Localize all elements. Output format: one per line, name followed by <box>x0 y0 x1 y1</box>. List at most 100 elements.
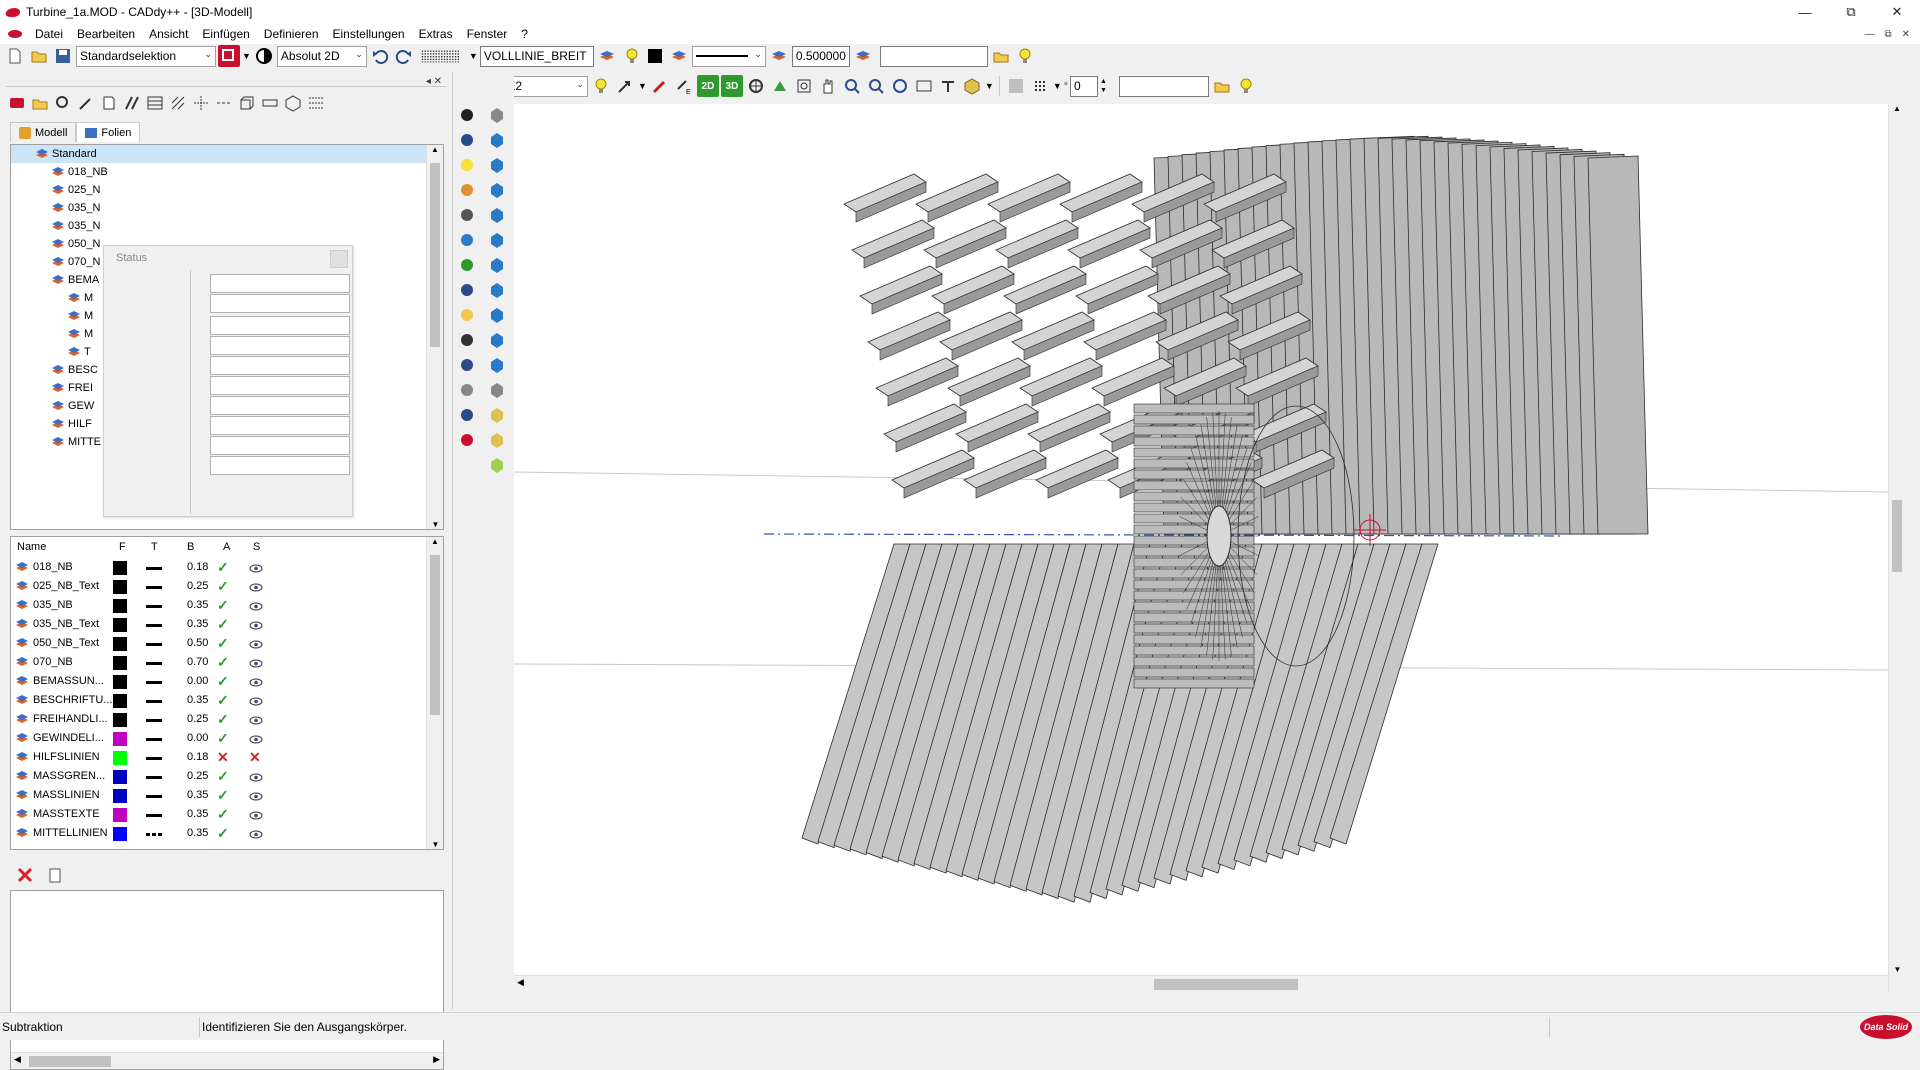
layer-color-icon[interactable] <box>668 45 690 67</box>
clipboard-icon[interactable] <box>44 864 66 886</box>
status-field[interactable] <box>210 316 350 335</box>
eye-icon[interactable] <box>249 792 263 801</box>
edit-e-icon[interactable]: E <box>673 75 695 97</box>
table-row[interactable]: BESCHRIFTU... 0.35 ✓ <box>11 692 421 711</box>
eye-icon[interactable] <box>249 716 263 725</box>
eye-icon[interactable] <box>249 773 263 782</box>
hatch-icon[interactable] <box>1029 75 1051 97</box>
scroll-up-icon[interactable]: ▲ <box>427 537 443 546</box>
tree-item[interactable]: 018_NB <box>51 163 108 181</box>
mdi-restore-button[interactable]: ⧉ <box>1884 29 1891 40</box>
status-field[interactable] <box>210 436 350 455</box>
table-row[interactable]: 035_NB_Text 0.35 ✓ <box>11 616 421 635</box>
layer-width[interactable]: 0.25 <box>187 580 208 592</box>
active-check-icon[interactable]: ✓ <box>217 559 229 576</box>
model-folder-icon[interactable] <box>29 92 51 114</box>
column-header-b[interactable]: B <box>187 541 194 553</box>
text-style-icon[interactable] <box>456 329 478 351</box>
menu-extras[interactable]: Extras <box>412 24 460 44</box>
layer-stack-icon[interactable] <box>596 45 618 67</box>
model-axis-icon[interactable] <box>190 92 212 114</box>
snap-bulb-icon[interactable] <box>590 75 612 97</box>
scroll-left-icon[interactable]: ◀ <box>517 977 524 988</box>
layer-color-swatch[interactable] <box>113 808 127 822</box>
fillet-icon[interactable] <box>486 354 508 376</box>
scroll-left-icon[interactable]: ◀ <box>14 1054 21 1065</box>
status-field[interactable] <box>210 294 350 313</box>
bulb-icon[interactable] <box>1014 45 1036 67</box>
model-table-icon[interactable] <box>144 92 166 114</box>
subtract-icon[interactable] <box>486 454 508 476</box>
section-icon[interactable] <box>937 75 959 97</box>
sphere-icon[interactable] <box>456 129 478 151</box>
save-icon[interactable] <box>52 45 74 67</box>
tab-folien[interactable]: Folien <box>76 122 141 142</box>
model-cube-icon[interactable] <box>282 92 304 114</box>
column-header-name[interactable]: Name <box>17 541 46 553</box>
pick-icon[interactable] <box>614 75 636 97</box>
layer-color-swatch[interactable] <box>113 789 127 803</box>
layer-stack-icon[interactable] <box>852 45 874 67</box>
active-check-icon[interactable]: ✓ <box>217 787 229 804</box>
menu-ansicht[interactable]: Ansicht <box>142 24 195 44</box>
eye-icon[interactable] <box>249 735 263 744</box>
new-file-icon[interactable] <box>4 45 26 67</box>
tree-item-root[interactable]: Standard <box>35 145 97 163</box>
active-check-icon[interactable]: ✓ <box>217 635 229 652</box>
pencil-icon[interactable] <box>456 179 478 201</box>
tree-item[interactable]: FREI <box>51 379 93 397</box>
tree-item[interactable]: M <box>67 289 93 307</box>
properties-box[interactable]: ◀ ▶ <box>10 890 444 1070</box>
table-row[interactable]: GEWINDELI... 0.00 ✓ <box>11 730 421 749</box>
column-header-a[interactable]: A <box>223 541 230 553</box>
rotate-icon[interactable] <box>456 229 478 251</box>
status-field[interactable] <box>210 416 350 435</box>
tree-item[interactable]: 050_N <box>51 235 100 253</box>
layer-width[interactable]: 0.00 <box>187 675 208 687</box>
info-icon[interactable] <box>456 404 478 426</box>
selection-mode-select[interactable]: Standardselektion ⌄ <box>76 45 216 67</box>
menu-datei[interactable]: Datei <box>28 24 70 44</box>
dimension-icon[interactable] <box>456 304 478 326</box>
column-header-t[interactable]: T <box>151 541 158 553</box>
eye-icon[interactable] <box>249 659 263 668</box>
render-dropdown-icon[interactable]: ▼ <box>985 81 994 91</box>
scroll-right-icon[interactable]: ▶ <box>433 1054 440 1065</box>
text-a-icon[interactable] <box>456 354 478 376</box>
layer-tree[interactable]: Standard 018_NB 025_N 035_N 035_N 050_N 070_N… <box>10 144 444 530</box>
line-type-sample[interactable] <box>146 567 162 570</box>
tree-item[interactable]: 070_N <box>51 253 100 271</box>
layer-width[interactable]: 0.18 <box>187 751 208 763</box>
zoom-extents-icon[interactable] <box>913 75 935 97</box>
line-type-sample[interactable] <box>146 833 162 836</box>
coordinate-mode-select[interactable]: Absolut 2D ⌄ <box>276 45 367 67</box>
layer-table-scrollbar[interactable]: ▲ ▼ <box>426 537 443 849</box>
snap-icon[interactable] <box>456 154 478 176</box>
table-row[interactable]: MASSTEXTE 0.35 ✓ <box>11 806 421 825</box>
select-arrow-icon[interactable] <box>456 104 478 126</box>
line-type-sample[interactable] <box>146 700 162 703</box>
menu-einstellungen[interactable]: Einstellungen <box>326 24 412 44</box>
hatch-area-icon[interactable] <box>456 379 478 401</box>
layer-color-swatch[interactable] <box>113 618 127 632</box>
line-style-select[interactable]: ⌄ <box>691 45 766 67</box>
grid-icon[interactable] <box>417 45 467 67</box>
layer-color-swatch[interactable] <box>113 675 127 689</box>
minimize-button[interactable]: — <box>1782 0 1828 24</box>
level-field[interactable]: 0 <box>1070 75 1099 97</box>
undo-icon[interactable] <box>369 45 391 67</box>
active-check-icon[interactable]: ✓ <box>217 711 229 728</box>
status-field[interactable] <box>210 376 350 395</box>
color-swatch-icon[interactable] <box>644 45 666 67</box>
layer-color-swatch[interactable] <box>113 827 127 841</box>
line-type-sample[interactable] <box>146 681 162 684</box>
table-row[interactable]: 018_NB 0.18 ✓ <box>11 559 421 578</box>
inactive-x-icon[interactable]: ✕ <box>217 749 229 766</box>
layer-width[interactable]: 0.00 <box>187 732 208 744</box>
bulb-icon[interactable] <box>1235 75 1257 97</box>
eye-icon[interactable] <box>249 583 263 592</box>
hidden-icon[interactable]: ✕ <box>249 749 261 766</box>
eye-icon[interactable] <box>249 564 263 573</box>
active-check-icon[interactable]: ✓ <box>217 616 229 633</box>
eye-icon[interactable] <box>249 830 263 839</box>
